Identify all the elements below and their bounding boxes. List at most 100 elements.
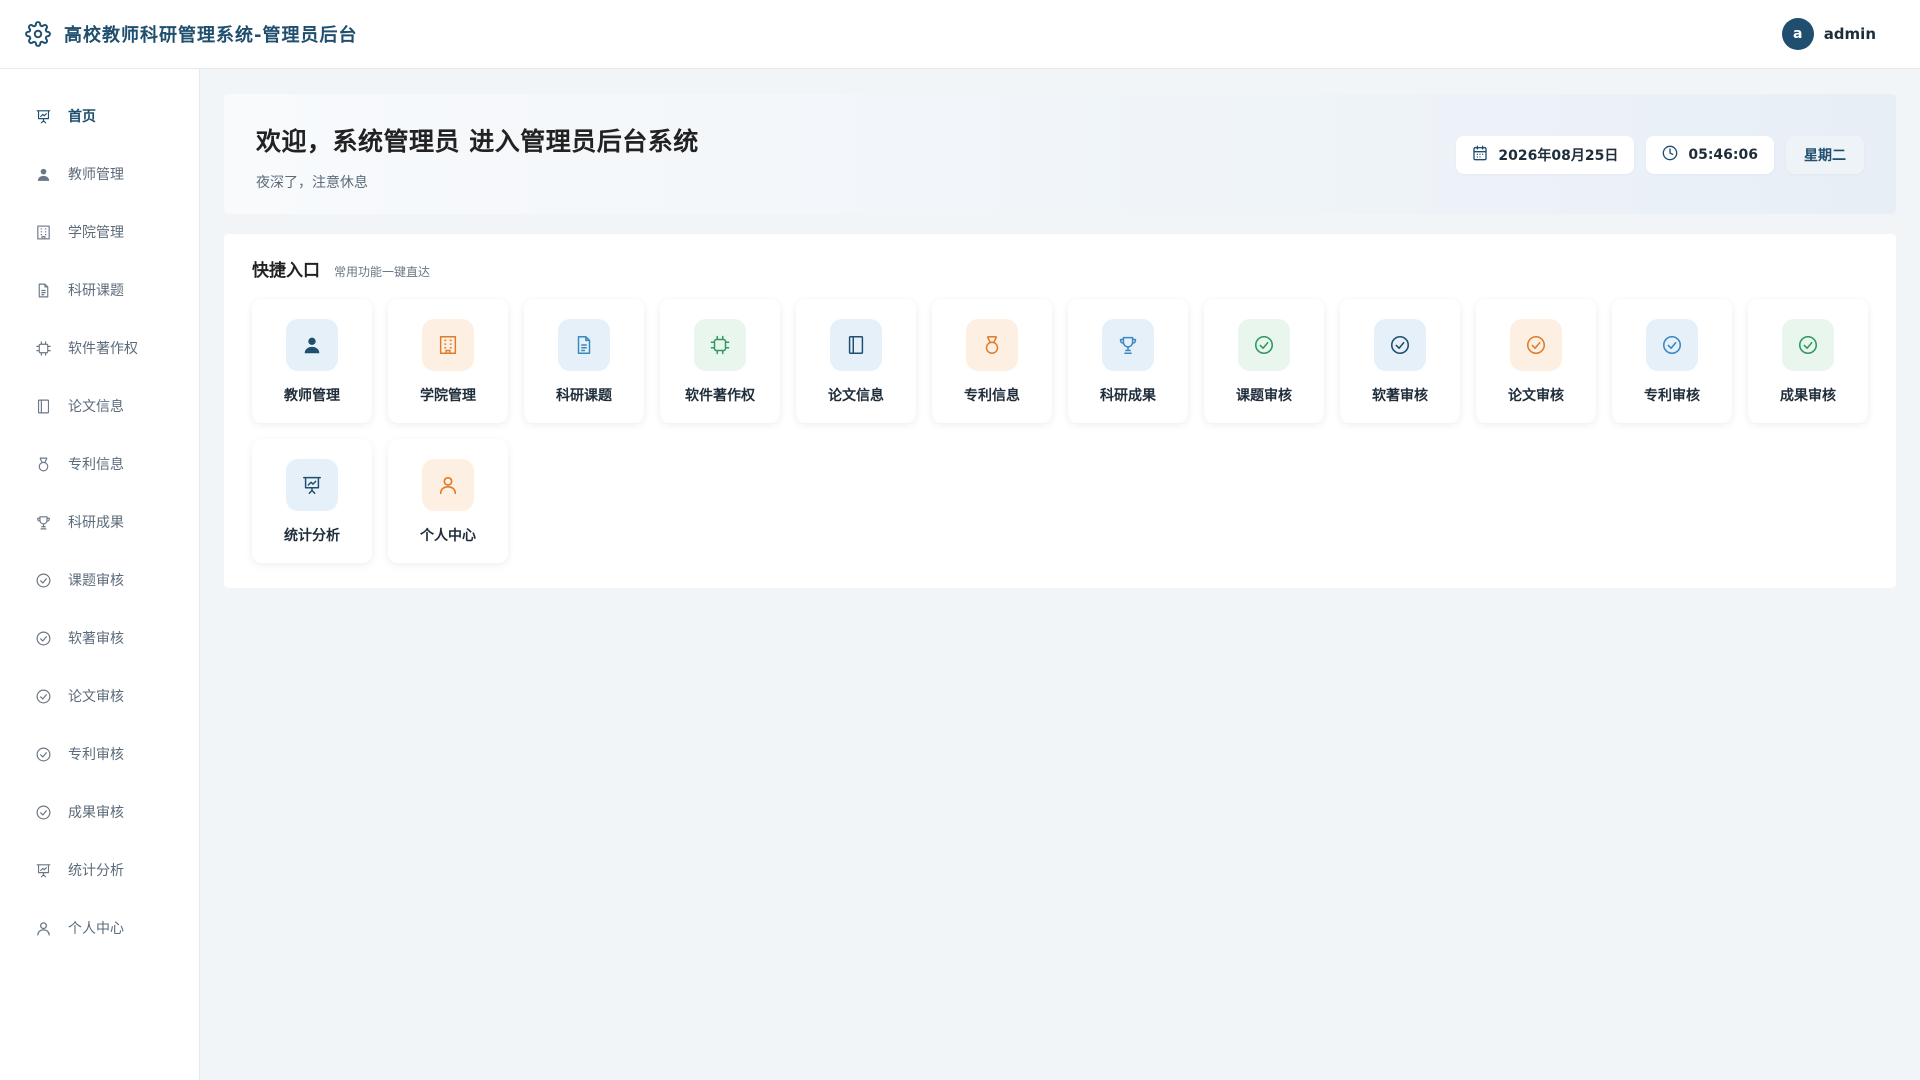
- clock-icon: [1662, 145, 1678, 165]
- quick-tile-10[interactable]: 专利审核: [1612, 299, 1732, 423]
- quick-tile-label: 专利审核: [1644, 388, 1700, 404]
- quick-tile-13[interactable]: 个人中心: [388, 439, 508, 563]
- sidebar-item-label: 统计分析: [68, 863, 124, 879]
- notebook-icon: [34, 397, 52, 415]
- sidebar-item-label: 专利审核: [68, 747, 124, 763]
- brand: 高校教师科研管理系统-管理员后台: [24, 20, 357, 48]
- sidebar-item-9[interactable]: 软著审核: [0, 609, 199, 667]
- presentation-chart-icon: [34, 107, 52, 125]
- sidebar-item-10[interactable]: 论文审核: [0, 667, 199, 725]
- quick-tile-7[interactable]: 课题审核: [1204, 299, 1324, 423]
- check-circle-icon: [34, 629, 52, 647]
- quick-tile-11[interactable]: 成果审核: [1748, 299, 1868, 423]
- quick-tile-label: 个人中心: [420, 528, 476, 544]
- sidebar-item-1[interactable]: 教师管理: [0, 145, 199, 203]
- quick-tile-3[interactable]: 软件著作权: [660, 299, 780, 423]
- sidebar-item-3[interactable]: 科研课题: [0, 261, 199, 319]
- user-icon: [286, 319, 338, 371]
- quick-entry-grid: 教师管理 学院管理 科研课题 软件著作权 论文信息 专利信息 科研成果 课题审核 软著审核 论文审…: [252, 299, 1868, 563]
- sidebar-item-4[interactable]: 软件著作权: [0, 319, 199, 377]
- check-circle-icon: [34, 803, 52, 821]
- sidebar-item-2[interactable]: 学院管理: [0, 203, 199, 261]
- check-circle-icon: [1782, 319, 1834, 371]
- sidebar-item-13[interactable]: 统计分析: [0, 841, 199, 899]
- sidebar-item-label: 课题审核: [68, 573, 124, 589]
- gear-icon[interactable]: [24, 20, 52, 48]
- weekday-text: 星期二: [1804, 148, 1846, 164]
- sidebar-item-7[interactable]: 科研成果: [0, 493, 199, 551]
- check-circle-icon: [34, 687, 52, 705]
- trophy-icon: [1102, 319, 1154, 371]
- app-title: 高校教师科研管理系统-管理员后台: [64, 25, 358, 46]
- sidebar-item-label: 个人中心: [68, 921, 124, 937]
- check-circle-icon: [1374, 319, 1426, 371]
- chip-icon: [34, 339, 52, 357]
- sidebar-item-0[interactable]: 首页: [0, 87, 199, 145]
- presentation-chart-icon: [286, 459, 338, 511]
- sidebar-item-label: 教师管理: [68, 167, 124, 183]
- sidebar-item-6[interactable]: 专利信息: [0, 435, 199, 493]
- sidebar-item-5[interactable]: 论文信息: [0, 377, 199, 435]
- trophy-icon: [34, 513, 52, 531]
- sidebar-item-11[interactable]: 专利审核: [0, 725, 199, 783]
- quick-tile-6[interactable]: 科研成果: [1068, 299, 1188, 423]
- quick-tile-label: 软著审核: [1372, 388, 1428, 404]
- time-text: 05:46:06: [1688, 147, 1758, 163]
- sidebar-item-label: 论文信息: [68, 399, 124, 415]
- medal-icon: [966, 319, 1018, 371]
- quick-tile-label: 论文信息: [828, 388, 884, 404]
- document-icon: [34, 281, 52, 299]
- quick-tile-9[interactable]: 论文审核: [1476, 299, 1596, 423]
- check-circle-icon: [1510, 319, 1562, 371]
- quick-tile-label: 论文审核: [1508, 388, 1564, 404]
- check-circle-icon: [1238, 319, 1290, 371]
- quick-tile-5[interactable]: 专利信息: [932, 299, 1052, 423]
- sidebar-item-label: 专利信息: [68, 457, 124, 473]
- quick-tile-1[interactable]: 学院管理: [388, 299, 508, 423]
- sidebar-item-label: 论文审核: [68, 689, 124, 705]
- quick-entry-header: 快捷入口 常用功能一键直达: [252, 256, 1868, 281]
- calendar-icon: [1472, 145, 1488, 165]
- check-circle-icon: [1646, 319, 1698, 371]
- quick-tile-label: 学院管理: [420, 388, 476, 404]
- date-text: 2026年08月25日: [1498, 148, 1619, 164]
- sidebar-item-14[interactable]: 个人中心: [0, 899, 199, 957]
- quick-tile-8[interactable]: 软著审核: [1340, 299, 1460, 423]
- sidebar-item-label: 科研成果: [68, 515, 124, 531]
- sidebar-item-label: 学院管理: [68, 225, 124, 241]
- check-circle-icon: [34, 571, 52, 589]
- notebook-icon: [830, 319, 882, 371]
- quick-tile-label: 教师管理: [284, 388, 340, 404]
- quick-tile-label: 科研课题: [556, 388, 612, 404]
- sidebar-item-label: 软著审核: [68, 631, 124, 647]
- quick-tile-label: 成果审核: [1780, 388, 1836, 404]
- quick-tile-2[interactable]: 科研课题: [524, 299, 644, 423]
- check-circle-icon: [34, 745, 52, 763]
- quick-tile-4[interactable]: 论文信息: [796, 299, 916, 423]
- presentation-chart-icon: [34, 861, 52, 879]
- sidebar-item-8[interactable]: 课题审核: [0, 551, 199, 609]
- quick-tile-label: 科研成果: [1100, 388, 1156, 404]
- date-pill: 2026年08月25日: [1456, 136, 1635, 174]
- top-header: 高校教师科研管理系统-管理员后台 a admin: [0, 0, 1920, 69]
- sidebar-item-label: 成果审核: [68, 805, 124, 821]
- sidebar-item-label: 软件著作权: [68, 341, 138, 357]
- avatar[interactable]: a: [1781, 18, 1814, 50]
- document-icon: [558, 319, 610, 371]
- quick-tile-12[interactable]: 统计分析: [252, 439, 372, 563]
- quick-tile-0[interactable]: 教师管理: [252, 299, 372, 423]
- sidebar-item-label: 科研课题: [68, 283, 124, 299]
- sidebar-item-12[interactable]: 成果审核: [0, 783, 199, 841]
- chip-icon: [694, 319, 746, 371]
- quick-entry-subtitle: 常用功能一键直达: [334, 265, 431, 279]
- welcome-subtitle: 夜深了，注意休息: [256, 175, 368, 191]
- user-outline-icon: [422, 459, 474, 511]
- quick-tile-label: 课题审核: [1236, 388, 1292, 404]
- username[interactable]: admin: [1824, 25, 1876, 43]
- user-menu[interactable]: a admin: [1781, 18, 1876, 50]
- time-pill: 05:46:06: [1646, 136, 1774, 174]
- user-icon: [34, 165, 52, 183]
- quick-tile-label: 专利信息: [964, 388, 1020, 404]
- sidebar: 首页教师管理学院管理科研课题软件著作权论文信息专利信息科研成果课题审核软著审核论…: [0, 69, 200, 1080]
- weekday-pill: 星期二: [1786, 136, 1864, 174]
